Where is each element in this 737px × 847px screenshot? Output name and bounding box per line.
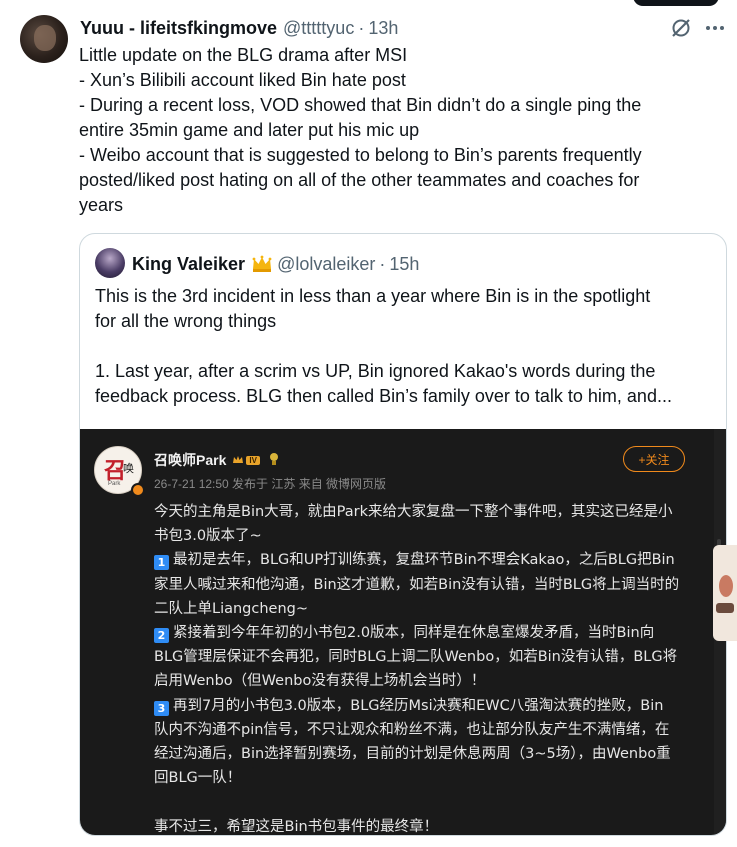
author-avatar[interactable] [20,15,68,63]
separator-dot: · [379,253,386,274]
crown-icon [251,255,273,273]
post-time[interactable]: 13h [368,18,398,39]
tweet-line: years [79,195,124,215]
number-badge-icon: 2 [154,628,169,644]
vip-badge-icon: IV [232,455,260,465]
quoted-header: King Valeiker @lolvaleiker · 15h [132,252,419,276]
weibo-point-1: 1 最初是去年，BLG和UP打训练赛，复盘环节Bin不理会Kakao，之后BLG把… [154,548,694,572]
number-badge-icon: 3 [154,700,169,716]
tweet-line: - Weibo account that is suggested to bel… [79,145,642,165]
quoted-line: feedback process. BLG then called Bin’s … [95,386,672,406]
weibo-meta: 26-7-21 12:50 发布于 江苏 来自 微博网页版 [154,477,387,491]
avatar-logo-text-2: 唤 [123,462,134,475]
weibo-post-text: 今天的主角是Bin大哥，就由Park来给大家复盘一下整个事件吧，其实这已经是小 … [154,500,694,835]
adjacent-media-thumbnail[interactable] [713,545,737,641]
weibo-line: 队内不沟通不pin信号，不只让观众和粉丝不满，也让部分队友产生不满情绪，在 [154,721,670,738]
quoted-author-name[interactable]: King Valeiker [132,254,245,275]
weibo-line: 书包3.0版本了~ [154,528,262,545]
weibo-avatar: 召 唤 Park [94,446,145,497]
quoted-line: for all the wrong things [95,311,277,331]
weibo-username: 召唤师Park IV [154,450,280,470]
number-badge-icon: 1 [154,555,169,571]
level-badge: IV [246,455,260,465]
tweet-text: Little update on the BLG drama after MSI… [79,43,719,218]
weibo-name: 召唤师Park [154,452,227,468]
top-action-pill[interactable] [633,0,719,6]
quoted-author-handle[interactable]: @lolvaleiker [277,254,375,275]
weibo-point-2: 2 紧接着到今年年初的小书包2.0版本，同样是在休息室爆发矛盾，当时Bin向 [154,621,694,645]
grok-icon[interactable] [669,16,693,40]
author-handle[interactable]: @tttttyuc [283,18,354,39]
weibo-line: 回BLG一队！ [154,770,242,787]
quoted-media-image[interactable]: 召 唤 Park 召唤师Park IV 26-7-21 12:50 发布于 江苏… [80,429,726,835]
avatar-sub-text: Park [108,481,121,487]
separator-dot: · [358,17,365,38]
weibo-line: 家里人喊过来和他沟通，Bin这才道歉，如若Bin没有认错，当时BLG将上调当时的 [154,576,680,593]
tweet-line: - Xun’s Bilibili account liked Bin hate … [79,70,406,90]
weibo-closing-line: 事不过三，希望这是Bin书包事件的最终章！ [154,818,439,835]
more-options-icon[interactable] [703,16,727,40]
weibo-point-3: 3 再到7月的小书包3.0版本，BLG经历Msi决赛和EWC八强淘汰赛的挫败，Bi… [154,694,694,718]
tweet-line: entire 35min game and later put his mic … [79,120,420,140]
quoted-line: This is the 3rd incident in less than a … [95,286,651,306]
verified-badge-icon [131,483,145,497]
follow-button: +关注 [623,446,685,472]
previous-post-strip [0,0,737,8]
quoted-post-time[interactable]: 15h [389,254,419,275]
quoted-text: This is the 3rd incident in less than a … [95,284,715,409]
tweet-header: Yuuu - lifeitsfkingmove @tttttyuc · 13h [80,16,398,40]
quoted-line: 1. Last year, after a scrim vs UP, Bin i… [95,361,656,381]
weibo-line: 今天的主角是Bin大哥，就由Park来给大家复盘一下整个事件吧，其实这已经是小 [154,504,673,520]
quoted-author-avatar[interactable] [95,248,125,278]
weibo-line: 二队上单Liangcheng~ [154,600,309,617]
weibo-line: 经过沟通后，Bin选择暂别赛场，目前的计划是休息两周（3~5场），由Wenbo重 [154,746,671,763]
tweet-line: - During a recent loss, VOD showed that … [79,95,642,115]
quoted-tweet[interactable]: King Valeiker @lolvaleiker · 15h This is… [79,233,727,836]
weibo-line: 启用Wenbo（但Wenbo没有获得上场机会当时）！ [154,673,486,690]
medal-icon [268,452,280,469]
tweet-line: posted/liked post hating on all of the o… [79,170,640,190]
author-name[interactable]: Yuuu - lifeitsfkingmove [80,18,277,39]
weibo-line: BLG管理层保证不会再犯，同时BLG上调二队Wenbo，如若Bin没有认错，BL… [154,649,678,666]
tweet-line: Little update on the BLG drama after MSI [79,45,408,65]
